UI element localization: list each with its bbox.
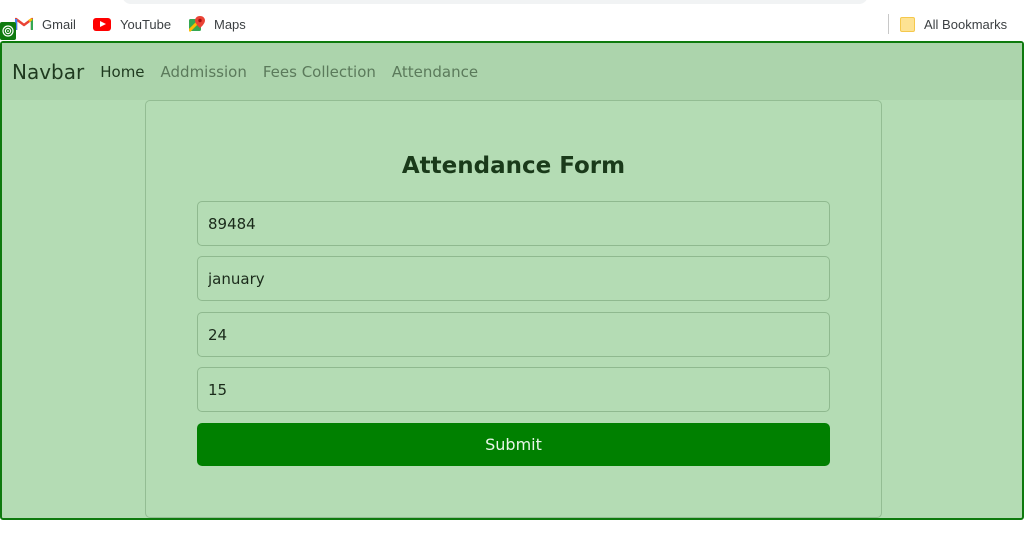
bookmark-youtube[interactable]: YouTube [93, 15, 171, 33]
all-bookmarks-label: All Bookmarks [924, 16, 1008, 32]
maps-icon [189, 15, 205, 32]
attendance-field-1[interactable] [197, 201, 830, 246]
attendance-field-2[interactable] [197, 256, 830, 301]
attendance-field-4[interactable] [197, 367, 830, 412]
attendance-field-3[interactable] [197, 312, 830, 357]
navbar-brand[interactable]: Navbar [12, 60, 84, 84]
bookmarks-divider [888, 14, 889, 34]
nav-link-addmission[interactable]: Addmission [161, 63, 247, 81]
bookmark-label: Gmail [42, 16, 76, 32]
address-bar-edge[interactable] [122, 0, 868, 4]
form-title: Attendance Form [401, 153, 626, 179]
nav-link-fees-collection[interactable]: Fees Collection [263, 63, 376, 81]
page-viewport: Navbar Home Addmission Fees Collection A… [0, 41, 1024, 520]
bookmarks-bar: Gmail YouTube Maps All Bookmarks [0, 0, 1024, 41]
nav-links: Home Addmission Fees Collection Attendan… [100, 63, 478, 81]
bookmark-label: YouTube [120, 16, 172, 32]
folder-icon [900, 16, 915, 32]
gmail-icon [15, 17, 33, 30]
nav-link-home[interactable]: Home [100, 63, 144, 81]
nav-link-attendance[interactable]: Attendance [392, 63, 478, 81]
navbar: Navbar Home Addmission Fees Collection A… [2, 43, 1022, 100]
attendance-form-card: Attendance Form Submit [145, 100, 882, 518]
youtube-icon [93, 17, 111, 31]
bookmark-gmail[interactable]: Gmail [15, 15, 76, 33]
target-icon [2, 25, 14, 37]
extension-icon[interactable] [0, 22, 16, 40]
bookmark-maps[interactable]: Maps [189, 15, 246, 33]
submit-button[interactable]: Submit [197, 423, 830, 466]
all-bookmarks-button[interactable]: All Bookmarks [900, 15, 1007, 33]
bookmark-label: Maps [214, 16, 246, 32]
